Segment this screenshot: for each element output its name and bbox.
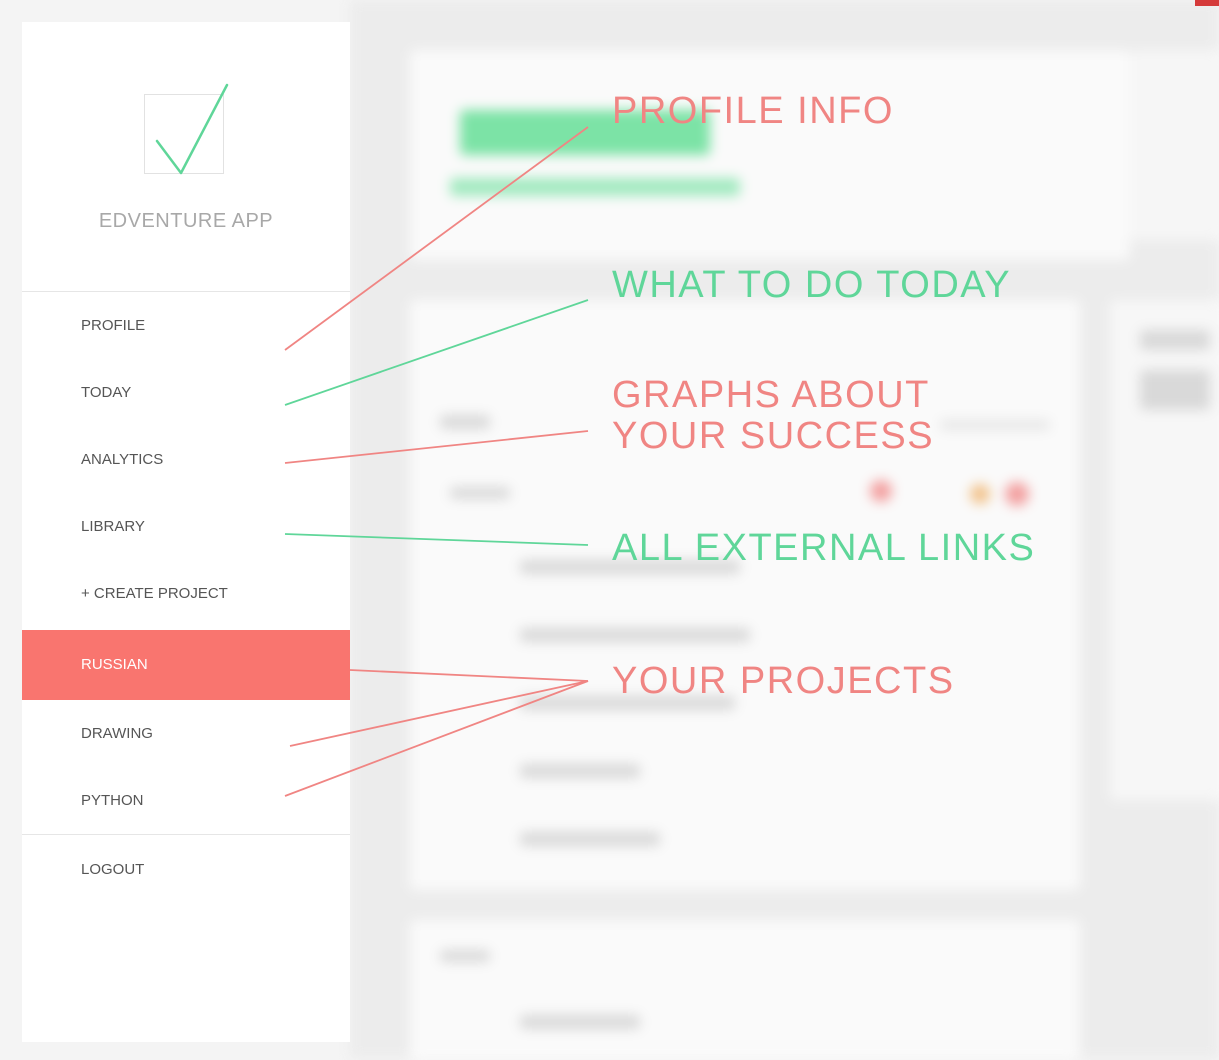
annotation-your-projects: YOUR PROJECTS — [612, 660, 955, 702]
bg-header-card — [410, 50, 1130, 260]
bg-line — [520, 1015, 640, 1029]
bg-dot — [870, 480, 892, 502]
bg-line — [520, 628, 750, 642]
logout-button[interactable]: LOGOUT — [22, 836, 350, 904]
annotation-profile-info: PROFILE INFO — [612, 90, 894, 132]
bg-line — [440, 415, 490, 429]
bg-side-card — [1130, 50, 1219, 240]
sidebar: EDVENTURE APP PROFILE TODAY ANALYTICS LI… — [22, 22, 350, 1042]
app-logo[interactable] — [144, 83, 229, 175]
nav-item-profile[interactable]: PROFILE — [22, 292, 350, 360]
bg-green-bar — [450, 178, 740, 196]
nav-item-drawing[interactable]: DRAWING — [22, 700, 350, 768]
bg-line — [450, 487, 510, 499]
app-name: EDVENTURE APP — [98, 210, 274, 232]
bg-dot — [970, 484, 990, 504]
bg-bottom-card — [410, 920, 1080, 1060]
corner-marker — [1195, 0, 1219, 6]
bg-dot — [1005, 482, 1029, 506]
annotation-graphs-line2: YOUR SUCCESS — [612, 415, 935, 457]
nav-item-library[interactable]: LIBRARY — [22, 493, 350, 561]
annotation-graphs-line1: GRAPHS ABOUT — [612, 374, 930, 416]
bg-line — [520, 764, 640, 778]
nav-item-today[interactable]: TODAY — [22, 359, 350, 427]
divider — [22, 834, 350, 835]
annotation-what-to-do-today: WHAT TO DO TODAY — [612, 264, 1012, 306]
bg-line — [440, 950, 490, 962]
checkmark-icon — [155, 83, 229, 175]
nav-item-python[interactable]: PYTHON — [22, 767, 350, 835]
nav-item-russian[interactable]: RUSSIAN — [22, 630, 350, 700]
nav-item-analytics[interactable]: ANALYTICS — [22, 426, 350, 494]
annotation-external-links: ALL EXTERNAL LINKS — [612, 527, 1036, 569]
nav-item-create-project[interactable]: + CREATE PROJECT — [22, 560, 350, 628]
bg-line — [1140, 330, 1210, 350]
bg-line — [940, 420, 1050, 430]
bg-line — [520, 832, 660, 846]
bg-line — [1140, 370, 1210, 410]
